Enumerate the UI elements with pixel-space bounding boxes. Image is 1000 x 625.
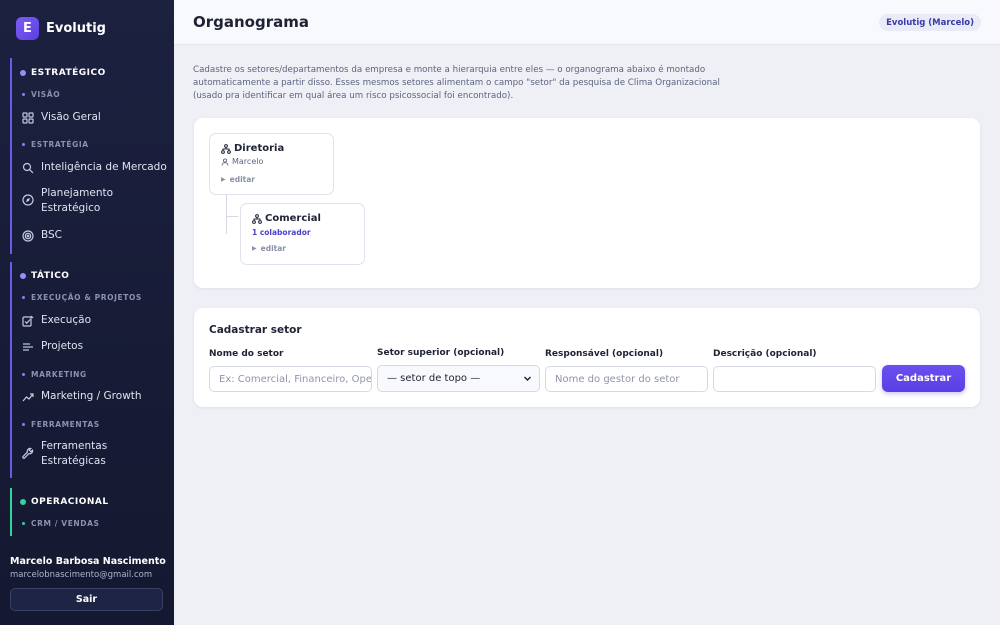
- group-title-crm-vendas: CRM / VENDAS: [22, 519, 100, 528]
- section-operacional: OPERACIONAL CRM / VENDAS: [10, 488, 174, 536]
- wrench-icon: [22, 447, 34, 459]
- sidebar-item-execucao[interactable]: Execução: [22, 313, 172, 328]
- sidebar-item-label: Inteligência de Mercado: [41, 161, 167, 173]
- compass-icon: [22, 194, 34, 206]
- topbar: Organograma Evolutig (Marcelo): [174, 0, 1000, 45]
- responsible-input[interactable]: Nome do gestor do setor: [545, 366, 708, 392]
- caret-right-icon: ▶: [221, 176, 226, 183]
- parent-sector-label: Setor superior (opcional): [377, 348, 505, 358]
- parent-sector-value: — setor de topo —: [387, 373, 481, 384]
- org-connector: [226, 216, 238, 217]
- org-node-title: Comercial: [252, 213, 321, 224]
- sidebar-item-label: Visão Geral: [41, 111, 101, 123]
- group-title-ferramentas: FERRAMENTAS: [22, 420, 100, 429]
- sidebar-item-ferramentas-estrategicas[interactable]: Ferramentas Estratégicas: [22, 439, 172, 469]
- sidebar-item-planejamento-estrategico[interactable]: Planejamento Estratégico: [22, 186, 172, 216]
- sidebar: E Evolutig ESTRATÉGICO VISÃO Visão Geral…: [0, 0, 174, 625]
- section-estrategico: ESTRATÉGICO VISÃO Visão Geral ESTRATÉGIA…: [10, 58, 174, 254]
- org-node-diretoria[interactable]: Diretoria Marcelo ▶ editar: [209, 133, 334, 195]
- intro-text: Cadastre os setores/departamentos da emp…: [193, 65, 720, 101]
- section-tatico: TÁTICO EXECUÇÃO & PROJETOS Execução Proj…: [10, 262, 174, 478]
- org-badge[interactable]: Evolutig (Marcelo): [879, 14, 981, 31]
- org-node-collaborators: 1 colaborador: [252, 228, 311, 237]
- user-icon: [221, 157, 229, 166]
- logout-button[interactable]: Sair: [10, 588, 163, 611]
- chevron-down-icon: [524, 376, 531, 381]
- grid-icon: [22, 112, 34, 124]
- sidebar-item-projetos[interactable]: Projetos: [22, 339, 172, 354]
- sidebar-item-marketing-growth[interactable]: Marketing / Growth: [22, 389, 172, 404]
- sidebar-item-inteligencia-mercado[interactable]: Inteligência de Mercado: [22, 160, 172, 175]
- parent-sector-select[interactable]: — setor de topo —: [377, 365, 540, 392]
- caret-right-icon: ▶: [252, 245, 257, 252]
- section-title-estrategico: ESTRATÉGICO: [20, 68, 106, 78]
- sitemap-icon: [252, 213, 262, 224]
- sector-name-label: Nome do setor: [209, 349, 284, 359]
- org-node-title: Diretoria: [221, 143, 284, 154]
- sidebar-item-label: BSC: [41, 229, 63, 241]
- section-title-tatico: TÁTICO: [20, 271, 69, 281]
- user-email: marcelobnascimento@gmail.com: [10, 570, 153, 580]
- register-sector-form: Cadastrar setor Nome do setor Ex: Comerc…: [194, 308, 980, 407]
- register-button[interactable]: Cadastrar: [882, 365, 965, 392]
- brand-name: Evolutig: [46, 21, 106, 36]
- sidebar-item-label: Ferramentas Estratégicas: [41, 440, 108, 467]
- org-node-manager: Marcelo: [221, 157, 263, 166]
- responsible-label: Responsável (opcional): [545, 349, 664, 359]
- group-title-visao: VISÃO: [22, 90, 60, 99]
- sidebar-item-label: Marketing / Growth: [41, 390, 142, 402]
- section-title-operacional: OPERACIONAL: [20, 497, 109, 507]
- sidebar-item-label: Execução: [41, 314, 92, 326]
- sidebar-item-label: Planejamento Estratégico: [41, 187, 114, 214]
- org-connector: [226, 194, 227, 234]
- org-node-comercial[interactable]: Comercial 1 colaborador ▶ editar: [240, 203, 365, 265]
- sidebar-item-bsc[interactable]: BSC: [22, 228, 172, 243]
- sector-name-input[interactable]: Ex: Comercial, Financeiro, Operações: [209, 366, 372, 392]
- form-title: Cadastrar setor: [209, 324, 302, 336]
- group-title-estrategia: ESTRATÉGIA: [22, 140, 89, 149]
- edit-toggle[interactable]: ▶ editar: [221, 175, 255, 184]
- target-icon: [22, 230, 34, 242]
- sidebar-item-visao-geral[interactable]: Visão Geral: [22, 110, 172, 125]
- trending-up-icon: [22, 391, 34, 403]
- sitemap-icon: [221, 143, 231, 154]
- sidebar-item-label: Projetos: [41, 340, 84, 352]
- group-title-marketing: MARKETING: [22, 370, 87, 379]
- search-icon: [22, 162, 34, 174]
- checkbox-edit-icon: [22, 315, 34, 327]
- group-title-execucao-projetos: EXECUÇÃO & PROJETOS: [22, 293, 142, 302]
- list-icon: [22, 341, 34, 353]
- brand-logo: E: [16, 17, 39, 40]
- description-input[interactable]: [713, 366, 876, 392]
- brand[interactable]: E Evolutig: [16, 17, 106, 40]
- page-title: Organograma: [193, 13, 310, 31]
- edit-toggle[interactable]: ▶ editar: [252, 244, 286, 253]
- user-name: Marcelo Barbosa Nascimento: [10, 556, 166, 567]
- description-label: Descrição (opcional): [713, 349, 817, 359]
